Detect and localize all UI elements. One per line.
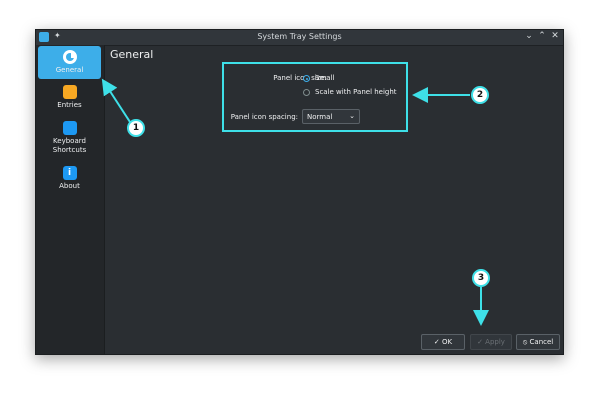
annotation-badge-1: 1 [127,119,145,137]
annotation-badge-2: 2 [471,86,489,104]
annotation-arrows [101,78,489,326]
annotation-badge-3: 3 [472,269,490,287]
arrow-1 [101,78,131,123]
